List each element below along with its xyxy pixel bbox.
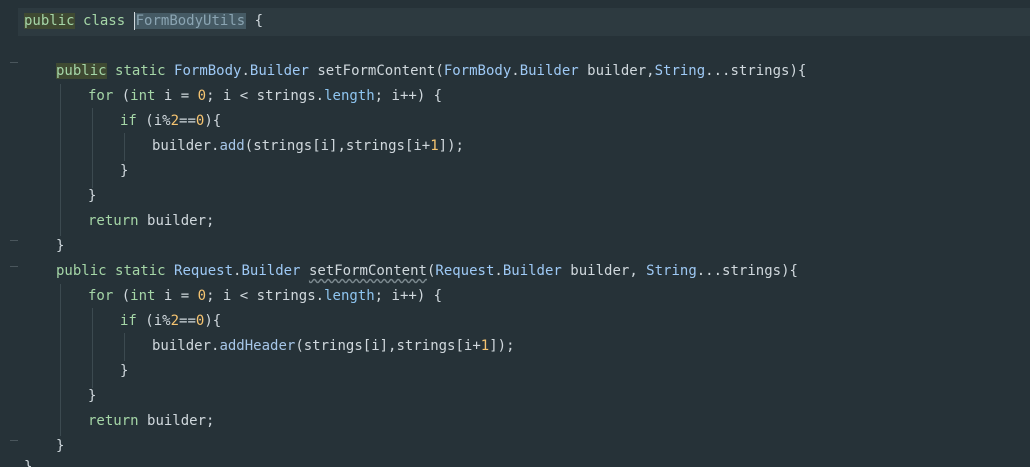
param-type: Request <box>435 263 495 279</box>
code-editor[interactable]: public class FormBodyUtils { public stat… <box>0 0 1030 467</box>
type-builder: Builder <box>249 63 309 79</box>
code-line-method-signature[interactable]: public static Request.Builder setFormCon… <box>56 260 798 282</box>
brace: } <box>120 363 129 379</box>
type-formbody: FormBody <box>174 63 242 79</box>
code-line-close-brace[interactable]: } <box>24 456 32 467</box>
number-literal: 0 <box>197 88 207 104</box>
call-add-header: addHeader <box>219 338 296 354</box>
code-line-return[interactable]: return builder; <box>88 410 214 432</box>
keyword-if: if <box>120 313 137 329</box>
number-literal: 2 <box>170 313 180 329</box>
number-literal: 2 <box>170 113 180 129</box>
keyword-for: for <box>88 88 114 104</box>
editor-gutter <box>0 0 18 467</box>
indent-guide <box>124 133 125 161</box>
var-strings: strings <box>345 138 405 154</box>
indent-guide <box>60 284 61 436</box>
code-line-return[interactable]: return builder; <box>88 210 214 232</box>
code-line-for[interactable]: for (int i = 0; i < strings.length; i++)… <box>88 85 442 107</box>
code-line-if[interactable]: if (i%2==0){ <box>120 310 221 332</box>
keyword-class: class <box>83 13 126 29</box>
var-builder: builder <box>152 138 212 154</box>
indent-guide <box>124 333 125 361</box>
keyword-int: int <box>130 288 156 304</box>
keyword-static: static <box>115 263 166 279</box>
param-type-builder: Builder <box>519 63 579 79</box>
brace: } <box>56 238 65 254</box>
method-name: setFormContent <box>317 63 436 79</box>
var-strings: strings <box>303 338 363 354</box>
type-builder: Builder <box>241 263 301 279</box>
indent-guide <box>92 308 93 388</box>
brace: } <box>24 459 33 467</box>
class-name: FormBodyUtils <box>134 13 247 29</box>
field-length: length <box>324 88 375 104</box>
code-line-method-signature[interactable]: public static FormBody.Builder setFormCo… <box>56 60 806 82</box>
param-type-builder: Builder <box>502 263 562 279</box>
number-literal: 1 <box>430 138 439 154</box>
code-line-close-brace[interactable]: } <box>120 360 128 382</box>
code-line-add[interactable]: builder.add(strings[i],strings[i+1]); <box>152 135 464 157</box>
keyword-for: for <box>88 288 114 304</box>
code-line-close-brace[interactable]: } <box>56 435 64 457</box>
param-strings: strings <box>722 263 782 279</box>
fold-marker[interactable] <box>10 240 18 241</box>
keyword-int: int <box>130 88 156 104</box>
type-string: String <box>654 63 706 79</box>
number-literal: 1 <box>480 338 490 354</box>
brace: } <box>120 163 129 179</box>
keyword-public: public <box>56 63 107 79</box>
brace: { <box>254 13 264 29</box>
param-type: FormBody <box>443 63 512 79</box>
var-strings: strings <box>256 288 316 304</box>
type-string: String <box>646 263 697 279</box>
var-builder: builder <box>147 413 207 429</box>
code-line-close-brace[interactable]: } <box>88 185 96 207</box>
keyword-return: return <box>88 213 139 229</box>
keyword-public: public <box>24 13 75 29</box>
type-request: Request <box>174 263 234 279</box>
code-line-close-brace[interactable]: } <box>56 235 64 257</box>
keyword-static: static <box>115 63 166 79</box>
var-strings: strings <box>256 88 316 104</box>
field-length: length <box>324 288 375 304</box>
keyword-return: return <box>88 413 139 429</box>
fold-marker[interactable] <box>10 440 18 441</box>
brace: } <box>88 188 97 204</box>
var-builder: builder <box>147 213 207 229</box>
param-builder: builder <box>587 63 647 79</box>
brace: } <box>88 388 97 404</box>
fold-marker[interactable] <box>10 62 18 63</box>
code-line-for[interactable]: for (int i = 0; i < strings.length; i++)… <box>88 285 442 307</box>
code-line-class-declaration[interactable]: public class FormBodyUtils { <box>24 10 263 32</box>
param-strings: strings <box>730 63 790 79</box>
number-literal: 0 <box>197 288 207 304</box>
keyword-public: public <box>56 263 107 279</box>
code-line-add-header[interactable]: builder.addHeader(strings[i],strings[i+1… <box>152 335 515 357</box>
indent-guide <box>60 84 61 236</box>
var-builder: builder <box>152 338 212 354</box>
code-line-close-brace[interactable]: } <box>88 385 96 407</box>
call-add: add <box>219 138 245 154</box>
indent-guide <box>92 108 93 188</box>
var-strings: strings <box>253 138 313 154</box>
code-line-close-brace[interactable]: } <box>120 160 128 182</box>
method-name: setFormContent <box>308 263 427 279</box>
brace: } <box>56 438 65 454</box>
var-strings: strings <box>396 338 456 354</box>
code-line-if[interactable]: if (i%2==0){ <box>120 110 221 132</box>
param-builder: builder <box>570 263 630 279</box>
fold-marker[interactable] <box>10 266 18 267</box>
keyword-if: if <box>120 113 137 129</box>
